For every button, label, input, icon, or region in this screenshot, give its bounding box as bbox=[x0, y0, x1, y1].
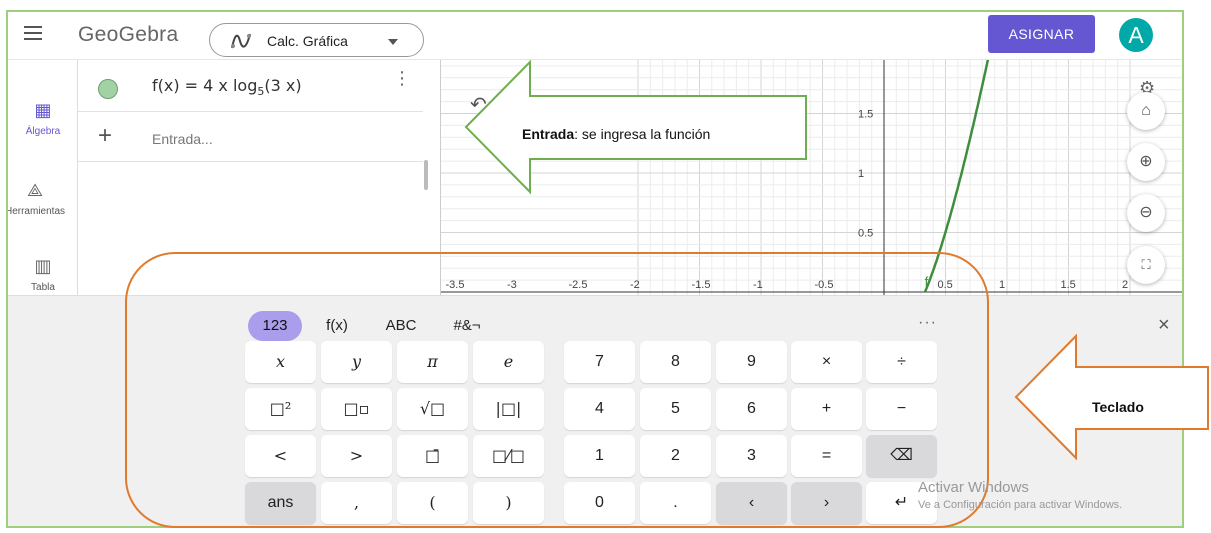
chevron-down-icon bbox=[388, 39, 398, 45]
menu-icon[interactable] bbox=[24, 26, 42, 40]
geogebra-logo: GeoGebra bbox=[78, 23, 179, 46]
avatar[interactable]: A bbox=[1119, 18, 1153, 52]
function-expression[interactable]: f(x) = 4 x log5(3 x) bbox=[152, 76, 302, 98]
y-tick-label: 1.5 bbox=[858, 109, 873, 121]
app-selector[interactable]: Calc. Gráfica bbox=[209, 23, 424, 57]
activation-watermark-title: Activar Windows bbox=[918, 479, 1029, 496]
tab-table[interactable]: ▥ Tabla bbox=[8, 256, 78, 293]
home-icon[interactable]: ⌂ bbox=[1127, 92, 1165, 130]
x-tick-label: 2 bbox=[1122, 279, 1128, 291]
input-field[interactable]: Entrada... bbox=[152, 131, 213, 147]
tab-algebra[interactable]: ▦ Álgebra bbox=[8, 100, 78, 137]
plus-icon[interactable]: + bbox=[98, 122, 112, 150]
visibility-toggle[interactable] bbox=[98, 79, 118, 99]
tab-tools-label: Herramientas bbox=[6, 206, 66, 217]
fullscreen-icon[interactable]: ⛶ bbox=[1127, 246, 1165, 284]
tab-algebra-label: Álgebra bbox=[25, 126, 61, 137]
y-tick-label: 0.5 bbox=[858, 228, 873, 240]
assign-button[interactable]: ASIGNAR bbox=[988, 15, 1095, 53]
y-tick-label: 1 bbox=[858, 168, 864, 180]
x-tick-label: 1.5 bbox=[1061, 279, 1076, 291]
graphing-icon bbox=[231, 33, 251, 49]
keyboard-highlight bbox=[125, 252, 989, 528]
side-toolbar: ▦ Álgebra ⟁ Herramientas ▥ Tabla bbox=[8, 60, 78, 295]
tab-tools[interactable]: ⟁ Herramientas bbox=[6, 180, 70, 217]
teclado-callout-text: Teclado bbox=[1092, 399, 1144, 415]
algebra-row-input[interactable]: + Entrada... bbox=[78, 112, 423, 162]
app-selector-label: Calc. Gráfica bbox=[267, 33, 348, 49]
zoom-in-icon[interactable]: ⊕ bbox=[1127, 143, 1165, 181]
activation-watermark-subtitle: Ve a Configuración para activar Windows. bbox=[918, 499, 1123, 511]
teclado-callout-arrow bbox=[1014, 333, 1209, 461]
calculator-icon: ▦ bbox=[34, 100, 52, 120]
header: GeoGebra Calc. Gráfica ASIGNAR A bbox=[8, 12, 1182, 60]
tab-table-label: Tabla bbox=[31, 282, 55, 293]
zoom-out-icon[interactable]: ⊖ bbox=[1127, 194, 1165, 232]
scrollbar[interactable] bbox=[424, 160, 428, 190]
entrada-callout-text: Entrada: se ingresa la función bbox=[522, 126, 711, 142]
table-icon: ▥ bbox=[34, 256, 52, 276]
shapes-icon: ⟁ bbox=[26, 180, 44, 200]
x-tick-label: 1 bbox=[999, 279, 1005, 291]
more-options-icon[interactable]: ⋮ bbox=[393, 69, 411, 87]
algebra-row-function[interactable]: f(x) = 4 x log5(3 x) ⋮ bbox=[78, 60, 423, 112]
